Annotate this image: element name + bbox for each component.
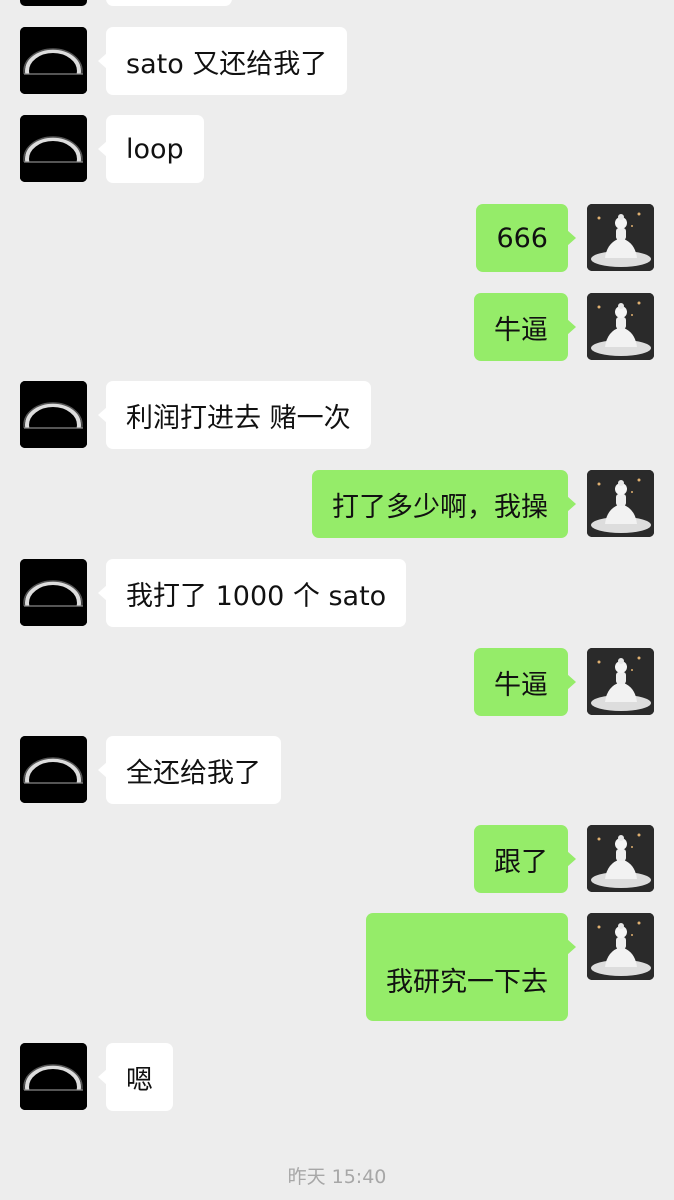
black-hole-avatar-icon[interactable]	[20, 381, 87, 448]
black-hole-avatar-icon[interactable]	[20, 1043, 87, 1110]
message-bubble-incoming[interactable]: 我打了 1000 个 sato	[97, 559, 407, 627]
message-bubble-incoming[interactable]	[106, 0, 232, 6]
message-bubble-outgoing[interactable]: 跟了	[474, 825, 576, 893]
message-bubble-incoming[interactable]: loop	[98, 115, 204, 183]
message-bubble-outgoing[interactable]: 我研究一下去	[366, 913, 576, 1021]
black-hole-avatar-icon[interactable]	[20, 736, 87, 803]
message-bubble-incoming[interactable]: 嗯	[98, 1043, 173, 1111]
black-hole-avatar-icon[interactable]	[20, 27, 87, 94]
buddha-statue-avatar-icon[interactable]	[587, 204, 654, 271]
buddha-statue-avatar-icon[interactable]	[587, 293, 654, 360]
message-bubble-incoming[interactable]: sato 又还给我了	[97, 27, 348, 95]
message-bubble-incoming[interactable]: 全还给我了	[98, 736, 281, 804]
message-bubble-outgoing[interactable]: 打了多少啊，我操	[312, 470, 576, 538]
buddha-statue-avatar-icon[interactable]	[587, 470, 654, 537]
message-bubble-outgoing[interactable]: 牛逼	[474, 293, 576, 361]
chat-view[interactable]: sato 又还给我了 loop 666 牛逼 利润打进去 赌一次 打了多少啊，我…	[0, 0, 674, 1200]
message-bubble-outgoing[interactable]: 666	[476, 204, 576, 272]
buddha-statue-avatar-icon[interactable]	[587, 648, 654, 715]
message-timestamp: 昨天 15:40	[287, 1166, 387, 1188]
message-bubble-outgoing[interactable]: 牛逼	[474, 648, 576, 716]
black-hole-avatar-icon[interactable]	[20, 115, 87, 182]
buddha-statue-avatar-icon[interactable]	[587, 913, 654, 980]
black-hole-avatar-icon[interactable]	[20, 559, 87, 626]
message-bubble-incoming[interactable]: 利润打进去 赌一次	[98, 381, 371, 449]
buddha-statue-avatar-icon[interactable]	[587, 825, 654, 892]
contact-avatar[interactable]	[20, 0, 87, 6]
